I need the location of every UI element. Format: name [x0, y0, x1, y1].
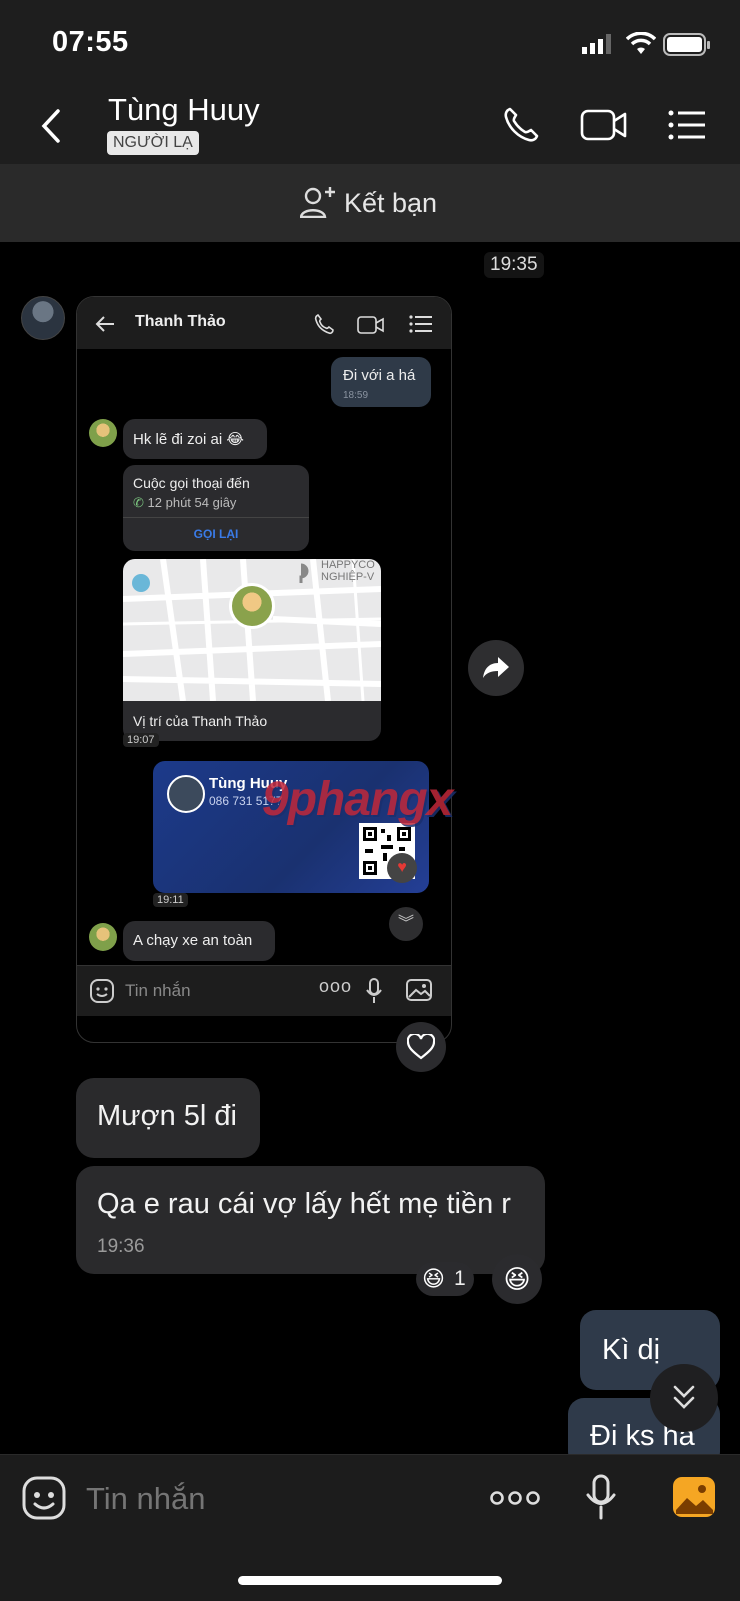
map-caption: Vị trí của Thanh Thảo	[133, 713, 268, 729]
message-time: 19:36	[97, 1236, 145, 1257]
screenshot-incoming-call-icon: ✆	[133, 495, 144, 510]
double-chevron-down-icon	[673, 1385, 695, 1409]
screenshot-video-icon	[357, 316, 384, 334]
laugh-react-icon: 😆	[503, 1264, 531, 1294]
gallery-icon[interactable]	[672, 1476, 716, 1518]
phone-icon[interactable]	[502, 106, 540, 144]
screenshot-call-duration: 12 phút 54 giây	[147, 495, 237, 510]
contact-card-avatar	[167, 775, 205, 813]
battery-icon	[663, 33, 710, 56]
back-icon[interactable]	[38, 108, 64, 144]
status-time: 07:55	[52, 26, 129, 58]
screenshot-menu-icon	[409, 315, 432, 333]
microphone-icon[interactable]	[586, 1474, 616, 1520]
map-poi-label: HAPPYCO NGHIỆP-V	[321, 559, 375, 583]
sender-avatar[interactable]	[21, 296, 65, 340]
like-button[interactable]	[396, 1022, 446, 1072]
screenshot-gallery-icon	[406, 979, 432, 1001]
add-friend-label[interactable]: Kết bạn	[344, 188, 437, 219]
screenshot-phone-icon	[314, 313, 334, 335]
map-location-pin-avatar	[229, 583, 275, 629]
screenshot-received-text: Hk lẽ đi zoi ai 😂	[133, 431, 244, 448]
add-friend-icon	[300, 187, 335, 218]
share-button[interactable]	[468, 640, 524, 696]
screenshot-header	[77, 297, 451, 349]
message-input[interactable]	[84, 1474, 468, 1524]
more-icon[interactable]	[490, 1486, 540, 1510]
map-poi-line1: HAPPYCO	[321, 559, 375, 571]
screenshot-received-bubble: Hk lẽ đi zoi ai 😂	[123, 419, 267, 459]
screenshot-call-card: Cuộc gọi thoại đến ✆ 12 phút 54 giây GỌI…	[123, 465, 309, 551]
reaction-summary[interactable]: 😆 1	[416, 1262, 474, 1296]
screenshot-card-time: 19:11	[153, 893, 188, 907]
screenshot-more-icon: ooo	[319, 976, 353, 996]
menu-list-icon[interactable]	[668, 110, 706, 140]
date-time-chip: 19:35	[484, 252, 544, 278]
screenshot-sticker-icon	[90, 979, 114, 1003]
watermark: 9phangx	[262, 773, 453, 826]
screenshot-sent-time: 18:59	[343, 390, 369, 401]
screenshot-last-text: A chạy xe an toàn	[133, 932, 253, 949]
screenshot-call-duration-row: ✆ 12 phút 54 giây	[133, 495, 236, 511]
stranger-badge: NGƯỜI LẠ	[107, 131, 199, 155]
received-message-text: Qa e rau cái vợ lấy hết mẹ tiền r	[97, 1188, 511, 1220]
heart-reaction-icon: ♥	[387, 853, 417, 883]
screenshot-map-time: 19:07	[123, 733, 159, 747]
screenshot-call-title: Cuộc gọi thoại đến	[133, 475, 250, 491]
reaction-count: 1	[454, 1267, 466, 1290]
screenshot-input-bar: Tin nhắn ooo	[77, 965, 451, 1016]
screenshot-location-card: HAPPYCO NGHIỆP-V Vị trí của Thanh Thảo	[123, 559, 381, 741]
sticker-icon[interactable]	[22, 1476, 66, 1520]
screenshot-call-divider	[123, 517, 309, 518]
screenshot-image[interactable]: Thanh Thảo Đi với a há 18:59 Hk lẽ đi zo…	[76, 296, 452, 1043]
screenshot-sent-text: Đi với a há	[343, 367, 416, 384]
video-call-icon[interactable]	[580, 108, 628, 142]
contact-name[interactable]: Tùng Huuy	[108, 92, 260, 128]
scroll-to-bottom-button[interactable]	[650, 1364, 718, 1432]
sent-message-text: Kì dị	[602, 1334, 661, 1366]
screenshot-input-placeholder: Tin nhắn	[125, 981, 191, 1000]
received-message-text: Mượn 5l đi	[97, 1100, 237, 1132]
screenshot-sent-bubble: Đi với a há 18:59	[331, 357, 431, 407]
home-indicator	[238, 1576, 502, 1585]
react-button[interactable]: 😆	[492, 1254, 542, 1304]
screenshot-back-icon	[95, 316, 114, 332]
screenshot-scroll-down-icon: ︾	[389, 907, 423, 941]
screenshot-last-bubble: A chạy xe an toàn	[123, 921, 275, 961]
heart-icon	[407, 1034, 435, 1060]
screenshot-mic-icon	[366, 978, 382, 1003]
received-message[interactable]: Mượn 5l đi	[76, 1078, 260, 1158]
wifi-icon	[626, 32, 656, 54]
screenshot-contact-name: Thanh Thảo	[135, 313, 226, 330]
screenshot-avatar	[89, 419, 117, 447]
map-poi-line2: NGHIỆP-V	[321, 571, 375, 583]
signal-icon	[582, 34, 611, 54]
received-message[interactable]: Qa e rau cái vợ lấy hết mẹ tiền r 19:36	[76, 1166, 545, 1274]
forward-icon	[483, 657, 509, 678]
screenshot-avatar-2	[89, 923, 117, 951]
screenshot-call-back: GỌI LẠI	[193, 527, 239, 541]
laugh-reaction-icon: 😆	[422, 1266, 445, 1291]
